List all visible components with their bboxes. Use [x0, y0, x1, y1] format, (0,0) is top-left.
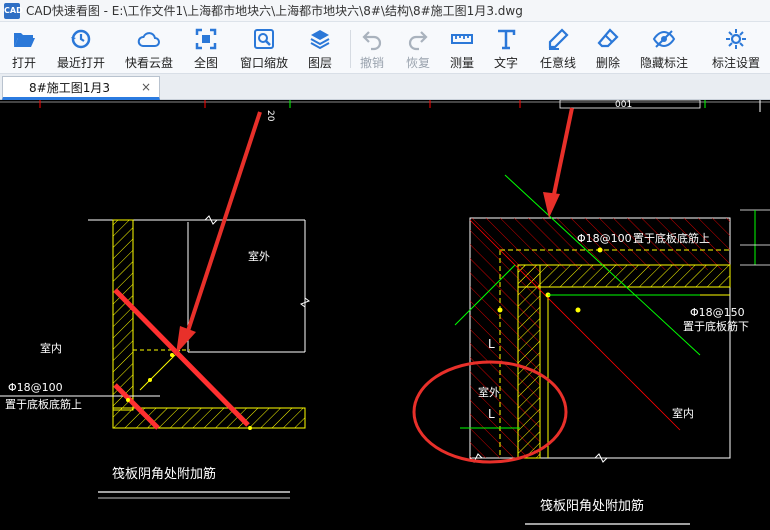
- undo-label: 撤销: [359, 56, 384, 70]
- left-top-dimension: 20: [265, 110, 275, 122]
- right-dimension-l-upper: L: [488, 337, 495, 351]
- right-outdoor-label: 室外: [478, 385, 500, 399]
- title-bar: CAD CAD快速看图 - E:\工作文件1\上海都市地块六\上海都市地块六\8…: [0, 0, 770, 22]
- folder-open-icon: [14, 33, 35, 47]
- tab-drawing-label: 8#施工图1月3: [29, 80, 110, 95]
- delete-button[interactable]: 删除: [592, 24, 624, 72]
- left-rebar-note: 置于底板底筋上: [5, 397, 82, 411]
- window-zoom-label: 窗口缩放: [239, 56, 288, 70]
- fit-screen-icon: [195, 28, 217, 50]
- toolbar-separator: [350, 30, 351, 68]
- right-rebar-top-label: Φ18@100: [577, 232, 632, 245]
- right-indoor-label: 室内: [672, 406, 694, 420]
- right-detail-outer-corner: Φ18@100 置于底板底筋上 Φ18@150 置于底板筋下 室外 室内 L L…: [454, 174, 770, 525]
- redo-button[interactable]: 恢复: [402, 24, 434, 72]
- eye-hidden-icon: [652, 30, 676, 48]
- close-icon[interactable]: ×: [141, 80, 151, 94]
- cloud-icon: [137, 32, 160, 47]
- undo-icon: [362, 31, 382, 51]
- open-label: 打开: [11, 56, 36, 70]
- right-detail-title: 筏板阳角处附加筋: [540, 498, 644, 514]
- full-view-label: 全图: [193, 56, 218, 70]
- right-dimension-l: L: [488, 407, 495, 421]
- text-icon: [498, 29, 516, 50]
- redo-label: 恢复: [405, 56, 430, 70]
- text-label: 文字: [493, 56, 518, 70]
- freeline-label: 任意线: [539, 56, 576, 70]
- right-rebar-top-note: 置于底板底筋上: [633, 231, 710, 245]
- window-title: CAD快速看图 - E:\工作文件1\上海都市地块六\上海都市地块六\8#\结构…: [26, 4, 523, 18]
- recent-label: 最近打开: [56, 56, 105, 70]
- right-top-dimension: 001: [615, 100, 632, 110]
- layers-icon: [310, 30, 330, 50]
- hide-annotation-button[interactable]: 隐藏标注: [638, 24, 690, 72]
- document-tab-bar: 8#施工图1月3 ×: [0, 74, 770, 100]
- open-button[interactable]: 打开: [6, 24, 42, 72]
- left-detail-title: 筏板阴角处附加筋: [112, 466, 216, 482]
- redo-icon: [408, 31, 428, 51]
- recent-button[interactable]: 最近打开: [52, 24, 110, 72]
- text-button[interactable]: 文字: [490, 24, 522, 72]
- freeline-button[interactable]: 任意线: [536, 24, 580, 72]
- measure-button[interactable]: 测量: [446, 24, 478, 72]
- drawing-canvas[interactable]: 20 001 室外 室内 Φ18@100 置于底板底筋上 筏板阴角处附加筋 Φ1…: [0, 100, 770, 530]
- left-detail-inner-corner: 室外 室内 Φ18@100 置于底板底筋上 筏板阴角处附加筋: [0, 215, 311, 499]
- cloud-button[interactable]: 快看云盘: [120, 24, 178, 72]
- top-dimension-strip: 20 001: [0, 100, 770, 122]
- hide-annotation-label: 隐藏标注: [639, 56, 688, 70]
- undo-button[interactable]: 撤销: [356, 24, 388, 72]
- history-icon: [71, 29, 91, 49]
- toolbar: 打开 最近打开 快看云盘 全图 窗口缩放 图层 撤销 恢复 测量 文字 任意线: [0, 22, 770, 74]
- arrow-head-right: [543, 192, 560, 218]
- pen-icon: [548, 28, 569, 50]
- app-logo: CAD: [4, 2, 23, 19]
- window-zoom-button[interactable]: 窗口缩放: [236, 24, 292, 72]
- left-indoor-label: 室内: [40, 341, 62, 355]
- right-rebar-mid-note: 置于底板筋下: [683, 319, 749, 333]
- zoom-window-icon: [254, 29, 274, 49]
- annotation-settings-button[interactable]: 标注设置: [708, 24, 764, 72]
- delete-label: 删除: [595, 56, 620, 70]
- left-rebar-label: Φ18@100: [8, 381, 63, 394]
- layers-label: 图层: [307, 56, 332, 70]
- gear-icon: [726, 29, 746, 49]
- annotation-settings-label: 标注设置: [711, 56, 760, 70]
- cloud-label: 快看云盘: [124, 56, 173, 70]
- cad-drawing: 20 001 室外 室内 Φ18@100 置于底板底筋上 筏板阴角处附加筋 Φ1…: [0, 100, 770, 525]
- ruler-icon: [451, 34, 473, 44]
- layers-button[interactable]: 图层: [302, 24, 338, 72]
- right-rebar-mid-label: Φ18@150: [690, 306, 745, 319]
- left-outdoor-label: 室外: [248, 249, 270, 263]
- eraser-icon: [597, 28, 619, 48]
- tab-drawing[interactable]: 8#施工图1月3 ×: [2, 76, 160, 100]
- measure-label: 测量: [449, 56, 474, 70]
- full-view-button[interactable]: 全图: [188, 24, 224, 72]
